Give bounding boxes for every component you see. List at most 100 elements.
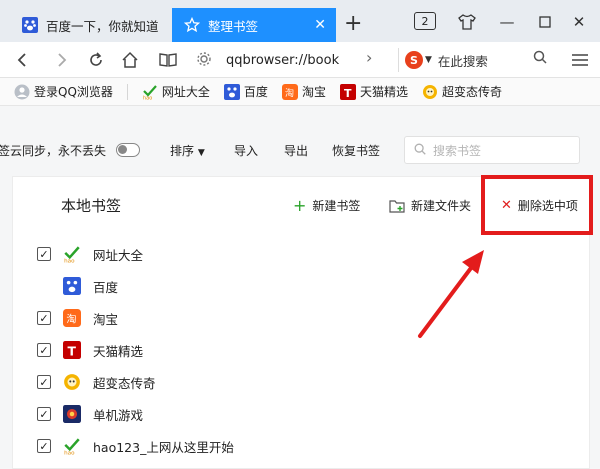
search-icon: [413, 142, 427, 159]
favorite-label: 淘宝: [301, 85, 326, 99]
svg-text:T: T: [68, 345, 77, 359]
new-tab-button[interactable]: +: [344, 10, 362, 38]
checkbox[interactable]: ✓: [37, 407, 51, 421]
checkbox[interactable]: ✓: [37, 343, 51, 357]
checkbox[interactable]: ✓: [37, 247, 51, 261]
game-icon: [63, 405, 81, 423]
bookmark-label: 天猫精选: [93, 343, 144, 359]
url-go-icon[interactable]: ›: [366, 48, 372, 67]
tmall-icon: T: [339, 83, 356, 100]
new-folder-label: 新建文件夹: [411, 199, 472, 213]
list-item[interactable]: ✓ 超变态传奇: [37, 372, 156, 392]
hao123-icon: hao: [63, 245, 81, 263]
bookmark-search-input[interactable]: 搜索书签: [404, 136, 580, 164]
new-folder-button[interactable]: 新建文件夹: [389, 197, 471, 214]
list-item[interactable]: ✓ T 天猫精选: [37, 340, 143, 360]
skin-shirt-icon[interactable]: [456, 10, 478, 34]
checkbox[interactable]: ✓: [37, 311, 51, 325]
home-icon[interactable]: [118, 48, 142, 72]
cloud-sync-toggle[interactable]: [116, 143, 140, 157]
favorite-login[interactable]: 登录QQ浏览器: [14, 83, 113, 100]
favorite-label: 登录QQ浏览器: [34, 85, 113, 99]
search-engine-field[interactable]: S ▼ 在此搜索: [398, 48, 554, 72]
sogou-s-icon[interactable]: S: [405, 51, 423, 69]
bookmark-label: 超变态传奇: [93, 375, 156, 391]
tab-title: 整理书签: [208, 18, 259, 34]
local-bookmarks-panel: 本地书签 + 新建书签 新建文件夹 ✕ 删除选中项 ✓ hao 网址大全 百度 …: [12, 175, 593, 469]
tab-count-badge[interactable]: 2: [414, 12, 436, 30]
export-button[interactable]: 导出: [284, 142, 308, 159]
back-icon[interactable]: [10, 48, 34, 72]
search-icon[interactable]: [532, 49, 548, 68]
forward-icon[interactable]: [50, 48, 74, 72]
list-item[interactable]: ✓ 单机游戏: [37, 404, 143, 424]
svg-text:T: T: [344, 87, 352, 100]
menu-hamburger-icon[interactable]: [568, 48, 592, 72]
favorite-label: 百度: [243, 85, 268, 99]
favorite-game[interactable]: 超变态传奇: [422, 83, 502, 100]
favorite-label: 超变态传奇: [441, 85, 502, 99]
maximize-button[interactable]: [534, 10, 556, 34]
import-button[interactable]: 导入: [234, 142, 258, 159]
search-placeholder: 在此搜索: [437, 53, 488, 69]
tmall-icon: T: [63, 341, 81, 359]
tab-bar: 百度一下，你就知道 整理书签 ✕ + 2 — ✕: [0, 0, 600, 42]
game-face-icon: [422, 84, 438, 100]
hao123-icon: hao: [63, 437, 81, 455]
baidu-paw-icon: [22, 17, 38, 33]
favorite-taobao[interactable]: 淘 淘宝: [281, 83, 326, 100]
minimize-button[interactable]: —: [496, 10, 518, 34]
svg-text:淘: 淘: [285, 87, 294, 99]
svg-text:hao: hao: [64, 258, 75, 263]
tab-title: 百度一下，你就知道: [46, 18, 159, 34]
favorite-label: 网址大全: [161, 85, 210, 99]
favorite-hao123[interactable]: hao 网址大全: [142, 83, 210, 100]
restore-bookmarks-button[interactable]: 恢复书签: [332, 142, 380, 159]
checkbox[interactable]: ✓: [37, 375, 51, 389]
reader-book-icon[interactable]: [156, 48, 180, 72]
checkbox[interactable]: [37, 279, 51, 293]
tab-bookmarks[interactable]: 整理书签 ✕: [172, 8, 336, 42]
list-item[interactable]: 百度: [37, 276, 118, 296]
plus-icon: +: [293, 195, 307, 215]
tab-baidu[interactable]: 百度一下，你就知道: [10, 8, 170, 42]
url-field[interactable]: qqbrowser://book: [196, 47, 392, 73]
checkbox[interactable]: ✓: [37, 439, 51, 453]
chevron-down-icon[interactable]: ▼: [425, 55, 432, 65]
panel-title: 本地书签: [61, 197, 122, 215]
sort-button[interactable]: 排序 ▼: [170, 142, 205, 159]
sort-label: 排序: [170, 144, 195, 158]
taobao-icon: 淘: [281, 83, 298, 100]
star-icon: [184, 17, 200, 33]
refresh-icon[interactable]: [84, 48, 108, 72]
bookmark-label: hao123_上网从这里开始: [93, 439, 234, 455]
list-item[interactable]: ✓ hao hao123_上网从这里开始: [37, 436, 234, 456]
favorite-label: 天猫精选: [359, 85, 408, 99]
game-face-icon: [63, 373, 81, 391]
favorites-bar: 登录QQ浏览器 hao 网址大全 百度 淘 淘宝 T 天猫精选 超变态传奇: [0, 78, 600, 106]
close-tab-icon[interactable]: ✕: [314, 17, 326, 33]
chevron-down-icon: ▼: [197, 148, 205, 158]
bookmark-label: 百度: [93, 279, 119, 295]
new-bookmark-label: 新建书签: [312, 199, 361, 213]
bookmark-label: 网址大全: [93, 247, 144, 263]
baidu-paw-icon: [63, 277, 81, 295]
divider: [126, 83, 128, 100]
svg-text:淘: 淘: [66, 313, 76, 326]
favorite-baidu[interactable]: 百度: [223, 83, 268, 100]
baidu-paw-icon: [223, 83, 240, 100]
search-placeholder: 搜索书签: [433, 143, 482, 158]
url-text: qqbrowser://book: [226, 52, 340, 68]
folder-plus-icon: [389, 199, 405, 213]
address-bar: qqbrowser://book › S ▼ 在此搜索: [0, 42, 600, 78]
cloud-sync-label: 签云同步，永不丢失: [0, 144, 107, 158]
list-item[interactable]: ✓ 淘 淘宝: [37, 308, 118, 328]
settings-gear-icon: [196, 51, 212, 70]
taobao-icon: 淘: [63, 309, 81, 327]
close-window-button[interactable]: ✕: [568, 10, 590, 34]
bookmark-label: 淘宝: [93, 311, 119, 327]
favorite-tmall[interactable]: T 天猫精选: [339, 83, 408, 100]
bookmark-manager: 签云同步，永不丢失 排序 ▼ 导入 导出 恢复书签 搜索书签 本地书签 + 新建…: [0, 106, 600, 469]
new-bookmark-button[interactable]: + 新建书签: [293, 197, 360, 214]
list-item[interactable]: ✓ hao 网址大全: [37, 244, 143, 264]
